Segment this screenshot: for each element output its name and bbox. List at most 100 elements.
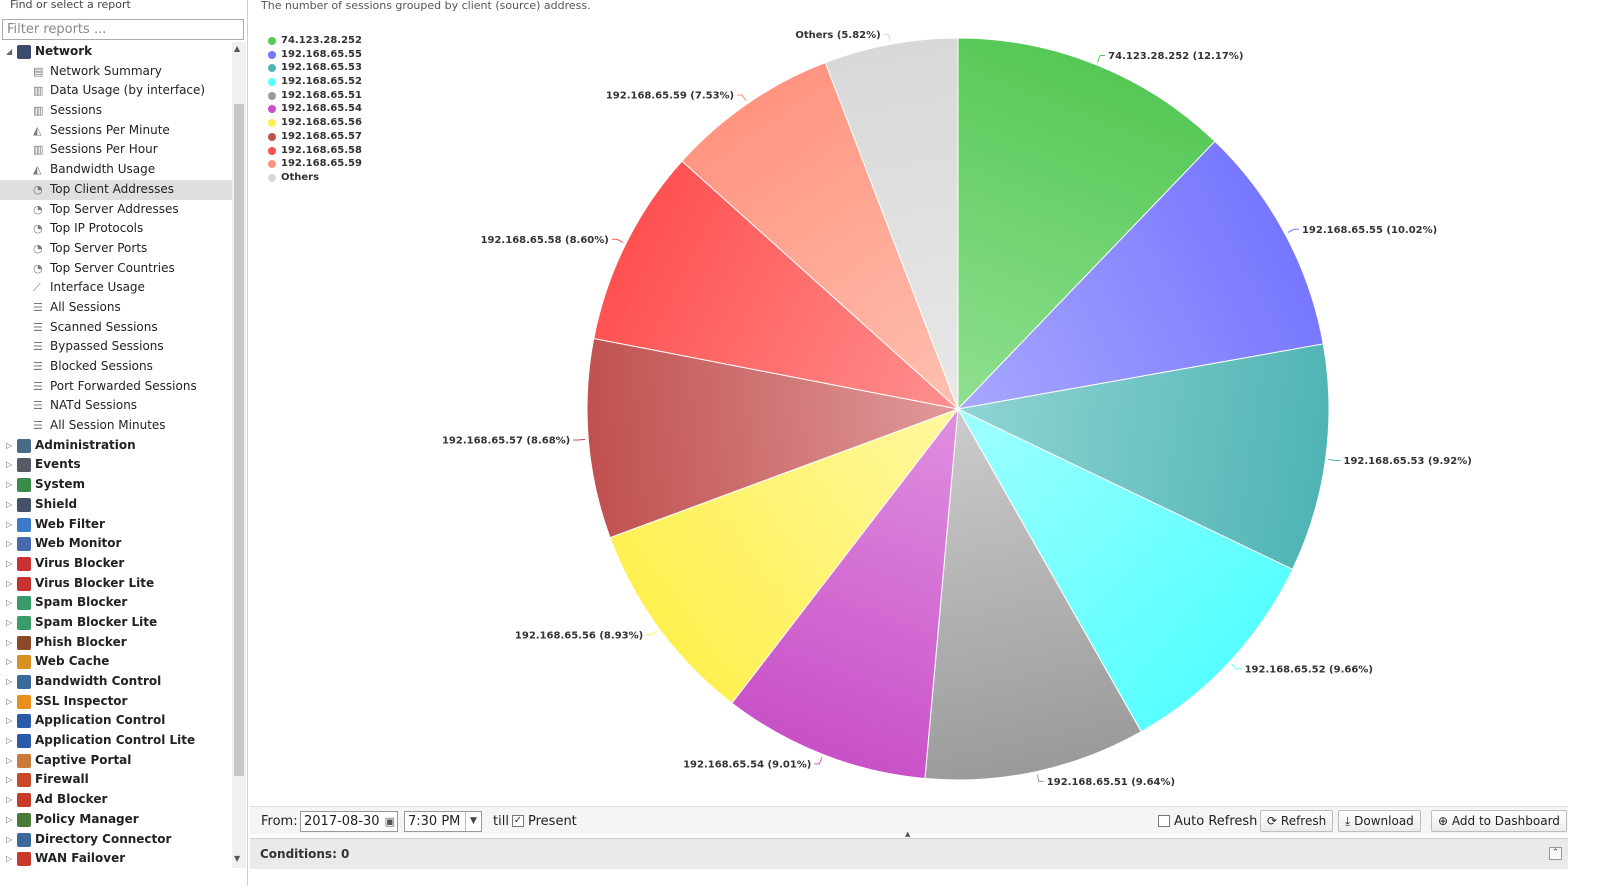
- tree-item-port-forwarded-sessions[interactable]: ☰ Port Forwarded Sessions: [0, 377, 232, 397]
- collapsed-triangle-icon[interactable]: ▷: [6, 455, 12, 475]
- tree-group-bandwidth-control[interactable]: ▷ Bandwidth Control: [0, 672, 232, 692]
- collapsed-triangle-icon[interactable]: ▷: [6, 770, 12, 790]
- tree-item-top-client-addresses[interactable]: ◔ Top Client Addresses: [0, 179, 232, 200]
- tree-group-network[interactable]: ◢ Network: [0, 42, 232, 62]
- tree-group-policy-manager[interactable]: ▷ Policy Manager: [0, 810, 232, 830]
- collapsed-triangle-icon[interactable]: ▷: [6, 790, 12, 810]
- collapsed-triangle-icon[interactable]: ▷: [6, 672, 12, 692]
- tree-group-spam-blocker-lite[interactable]: ▷ Spam Blocker Lite: [0, 613, 232, 633]
- collapsed-triangle-icon[interactable]: ▷: [6, 751, 12, 771]
- collapsed-triangle-icon[interactable]: ▷: [6, 711, 12, 731]
- tree-group-system[interactable]: ▷ System: [0, 475, 232, 495]
- legend-item[interactable]: Others: [268, 171, 362, 185]
- tree-item-label: Scanned Sessions: [50, 319, 158, 334]
- tree-group-directory-connector[interactable]: ▷ Directory Connector: [0, 830, 232, 850]
- present-checkbox[interactable]: ✓: [512, 815, 524, 827]
- events-icon: [17, 458, 31, 473]
- tree-item-natd-sessions[interactable]: ☰ NATd Sessions: [0, 396, 232, 416]
- slice-data-label: 192.168.65.59 (7.53%): [606, 91, 734, 102]
- tree-group-web-cache[interactable]: ▷ Web Cache: [0, 652, 232, 672]
- tree-group-virus-blocker-lite[interactable]: ▷ Virus Blocker Lite: [0, 574, 232, 594]
- collapsed-triangle-icon[interactable]: ▷: [6, 593, 12, 613]
- chevron-down-icon[interactable]: ▼: [465, 812, 481, 831]
- expanded-triangle-icon[interactable]: ◢: [6, 42, 12, 62]
- collapsed-triangle-icon[interactable]: ▷: [6, 554, 12, 574]
- collapsed-triangle-icon[interactable]: ▷: [6, 810, 12, 830]
- tree-item-bypassed-sessions[interactable]: ☰ Bypassed Sessions: [0, 337, 232, 357]
- collapsed-triangle-icon[interactable]: ▷: [6, 849, 12, 869]
- splitter-up-icon[interactable]: ▲: [905, 830, 910, 838]
- tree-item-all-session-minutes[interactable]: ☰ All Session Minutes: [0, 416, 232, 436]
- tree-group-web-monitor[interactable]: ▷ Web Monitor: [0, 534, 232, 554]
- collapsed-triangle-icon[interactable]: ▷: [6, 534, 12, 554]
- tree-item-network-summary[interactable]: ▤ Network Summary: [0, 62, 232, 82]
- collapsed-triangle-icon[interactable]: ▷: [6, 731, 12, 751]
- tree-item-blocked-sessions[interactable]: ☰ Blocked Sessions: [0, 357, 232, 377]
- tree-item-all-sessions[interactable]: ☰ All Sessions: [0, 298, 232, 318]
- scroll-down-icon[interactable]: ▼: [234, 854, 240, 863]
- from-time-field[interactable]: 7:30 PM ▼: [404, 811, 482, 832]
- tree-group-administration[interactable]: ▷ Administration: [0, 436, 232, 456]
- tree-group-shield[interactable]: ▷ Shield: [0, 495, 232, 515]
- tree-item-sessions-per-hour[interactable]: ▥ Sessions Per Hour: [0, 140, 232, 160]
- filter-reports-input[interactable]: [2, 19, 244, 40]
- collapsed-triangle-icon[interactable]: ▷: [6, 633, 12, 653]
- download-button[interactable]: ⤓ Download: [1338, 810, 1421, 832]
- tree-item-label: Top Server Addresses: [50, 201, 179, 216]
- tree-group-wan-failover[interactable]: ▷ WAN Failover: [0, 849, 232, 869]
- scroll-thumb[interactable]: [234, 104, 244, 776]
- collapsed-triangle-icon[interactable]: ▷: [6, 652, 12, 672]
- tree-item-sessions-per-minute[interactable]: ◭ Sessions Per Minute: [0, 121, 232, 141]
- tree-group-events[interactable]: ▷ Events: [0, 455, 232, 475]
- legend-item[interactable]: 192.168.65.52: [268, 75, 362, 89]
- tree-item-sessions[interactable]: ▥ Sessions: [0, 101, 232, 121]
- legend-item[interactable]: 192.168.65.54: [268, 102, 362, 116]
- tree-item-label: Web Filter: [35, 516, 105, 531]
- collapsed-triangle-icon[interactable]: ▷: [6, 436, 12, 456]
- tree-group-phish-blocker[interactable]: ▷ Phish Blocker: [0, 633, 232, 653]
- tree-group-application-control[interactable]: ▷ Application Control: [0, 711, 232, 731]
- directory-connector-icon: [17, 832, 31, 847]
- collapsed-triangle-icon[interactable]: ▷: [6, 613, 12, 633]
- tree-item-scanned-sessions[interactable]: ☰ Scanned Sessions: [0, 318, 232, 338]
- tree-item-top-server-addresses[interactable]: ◔ Top Server Addresses: [0, 200, 232, 220]
- tree-item-data-usage-by-interface[interactable]: ▥ Data Usage (by interface): [0, 81, 232, 101]
- legend-item[interactable]: 192.168.65.57: [268, 130, 362, 144]
- legend-label: 192.168.65.52: [281, 76, 362, 88]
- tree-group-web-filter[interactable]: ▷ Web Filter: [0, 515, 232, 535]
- collapsed-triangle-icon[interactable]: ▷: [6, 692, 12, 712]
- from-date-field[interactable]: 2017-08-30 ▣: [300, 811, 398, 832]
- tree-item-top-ip-protocols[interactable]: ◔ Top IP Protocols: [0, 219, 232, 239]
- legend-item[interactable]: 192.168.65.53: [268, 61, 362, 75]
- scroll-up-icon[interactable]: ▲: [234, 44, 240, 53]
- tree-group-virus-blocker[interactable]: ▷ Virus Blocker: [0, 554, 232, 574]
- tree-group-captive-portal[interactable]: ▷ Captive Portal: [0, 751, 232, 771]
- tree-item-top-server-ports[interactable]: ◔ Top Server Ports: [0, 239, 232, 259]
- tree-item-top-server-countries[interactable]: ◔ Top Server Countries: [0, 259, 232, 279]
- collapsed-triangle-icon[interactable]: ▷: [6, 495, 12, 515]
- shield-icon: [17, 497, 31, 512]
- legend-item[interactable]: 192.168.65.51: [268, 89, 362, 103]
- legend-item[interactable]: 192.168.65.58: [268, 144, 362, 158]
- legend-item[interactable]: 74.123.28.252: [268, 34, 362, 48]
- tree-group-spam-blocker[interactable]: ▷ Spam Blocker: [0, 593, 232, 613]
- expand-conditions-icon[interactable]: ⌃: [1549, 847, 1562, 860]
- add-to-dashboard-button[interactable]: ⊕ Add to Dashboard: [1431, 810, 1567, 832]
- tree-group-ssl-inspector[interactable]: ▷ SSL Inspector: [0, 692, 232, 712]
- tree-item-bandwidth-usage[interactable]: ◭ Bandwidth Usage: [0, 160, 232, 180]
- refresh-button[interactable]: ⟳ Refresh: [1260, 810, 1334, 832]
- collapsed-triangle-icon[interactable]: ▷: [6, 574, 12, 594]
- collapsed-triangle-icon[interactable]: ▷: [6, 830, 12, 850]
- sidebar-scrollbar[interactable]: ▲ ▼: [232, 42, 246, 868]
- tree-group-ad-blocker[interactable]: ▷ Ad Blocker: [0, 790, 232, 810]
- auto-refresh-checkbox[interactable]: [1158, 815, 1170, 827]
- collapsed-triangle-icon[interactable]: ▷: [6, 515, 12, 535]
- tree-group-application-control-lite[interactable]: ▷ Application Control Lite: [0, 731, 232, 751]
- tree-group-firewall[interactable]: ▷ Firewall: [0, 770, 232, 790]
- legend-item[interactable]: 192.168.65.59: [268, 157, 362, 171]
- legend-item[interactable]: 192.168.65.56: [268, 116, 362, 130]
- tree-item-interface-usage[interactable]: ⟋ Interface Usage: [0, 278, 232, 298]
- collapsed-triangle-icon[interactable]: ▷: [6, 475, 12, 495]
- legend-item[interactable]: 192.168.65.55: [268, 48, 362, 62]
- calendar-icon[interactable]: ▣: [385, 812, 395, 831]
